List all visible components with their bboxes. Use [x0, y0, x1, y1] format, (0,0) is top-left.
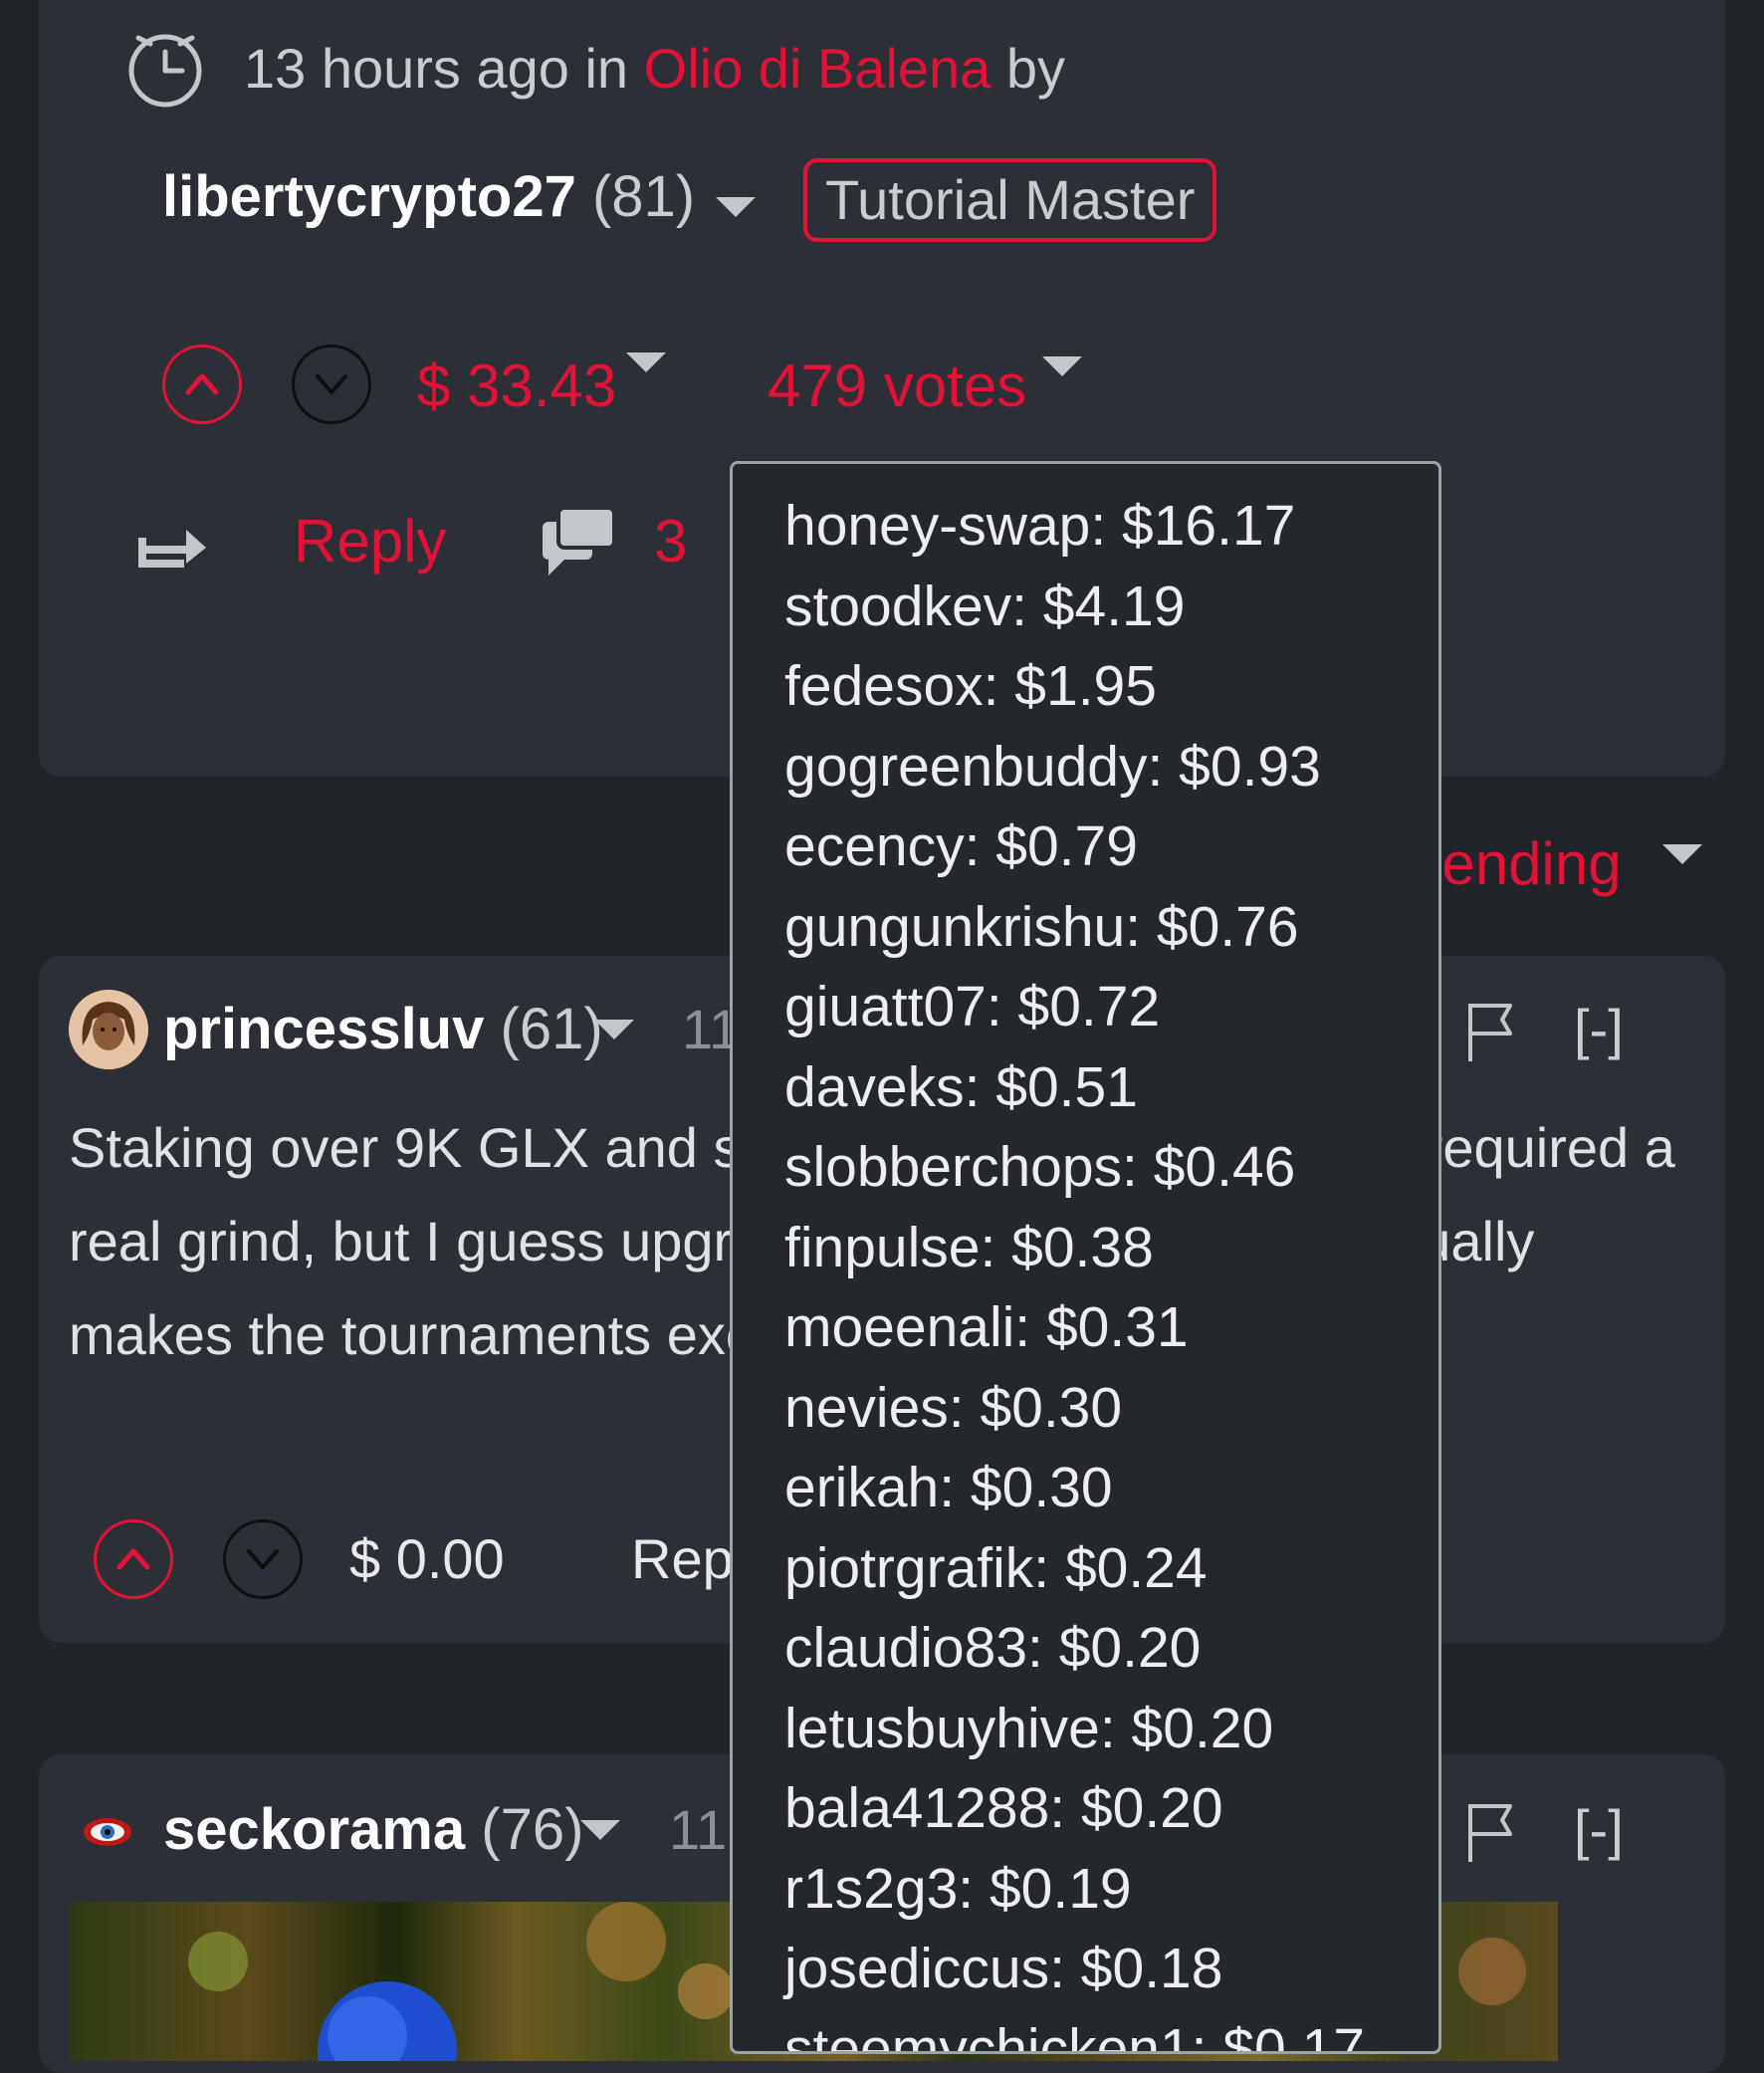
- voter-item[interactable]: gungunkrishu: $0.76: [784, 887, 1365, 968]
- author-badge: Tutorial Master: [803, 158, 1217, 242]
- voter-item[interactable]: erikah: $0.30: [784, 1448, 1365, 1528]
- comment-reputation: (61): [500, 997, 603, 1061]
- voter-item[interactable]: honey-swap: $16.17: [784, 486, 1365, 567]
- chevron-down-icon[interactable]: [594, 1020, 634, 1039]
- voter-item[interactable]: steemychicken1: $0.17: [784, 2009, 1365, 2052]
- post-payout[interactable]: $ 33.43: [417, 346, 616, 426]
- collapse-toggle[interactable]: [-]: [1574, 1790, 1624, 1870]
- comment-author[interactable]: princessluv: [163, 997, 484, 1061]
- upvote-button[interactable]: [94, 1519, 173, 1599]
- voter-item[interactable]: stoodkev: $4.19: [784, 567, 1365, 647]
- author-name[interactable]: libertycrypto27: [162, 164, 576, 229]
- chevron-down-icon[interactable]: [626, 352, 666, 372]
- flag-icon[interactable]: [1462, 1000, 1522, 1063]
- voters-list: honey-swap: $16.17 stoodkev: $4.19 fedesox…: [784, 486, 1365, 2052]
- comment-reputation: (76): [481, 1797, 584, 1862]
- comment-payout[interactable]: $ 0.00: [349, 1519, 505, 1599]
- voter-item[interactable]: daveks: $0.51: [784, 1047, 1365, 1128]
- chevron-down-icon[interactable]: [716, 197, 756, 217]
- comments-icon[interactable]: [537, 504, 620, 579]
- chevron-down-icon[interactable]: [1662, 844, 1702, 864]
- chevron-down-icon[interactable]: [580, 1820, 620, 1840]
- reblog-icon[interactable]: [130, 500, 214, 583]
- clock-icon: [126, 32, 204, 110]
- voter-item[interactable]: slobberchops: $0.46: [784, 1127, 1365, 1208]
- flag-icon[interactable]: [1462, 1800, 1522, 1864]
- upvote-icon: [116, 1548, 150, 1570]
- downvote-button[interactable]: [292, 345, 371, 424]
- upvote-button[interactable]: [162, 345, 242, 424]
- collapse-toggle[interactable]: [-]: [1574, 990, 1624, 1069]
- voter-item[interactable]: claudio83: $0.20: [784, 1608, 1365, 1689]
- voter-item[interactable]: ecency: $0.79: [784, 806, 1365, 887]
- downvote-button[interactable]: [223, 1519, 303, 1599]
- downvote-icon: [316, 374, 347, 394]
- downvote-icon: [247, 1549, 279, 1569]
- author-reputation: (81): [591, 164, 696, 229]
- upvote-icon: [185, 373, 219, 395]
- voter-item[interactable]: bala41288: $0.20: [784, 1768, 1365, 1849]
- comment-time: 11: [669, 1798, 728, 1861]
- by-word: by: [1005, 37, 1066, 100]
- comment-count: 3: [654, 508, 688, 575]
- comment-author[interactable]: seckorama: [163, 1797, 465, 1862]
- votes-count[interactable]: 479 votes: [768, 346, 1026, 426]
- voter-item[interactable]: letusbuyhive: $0.20: [784, 1689, 1365, 1769]
- post-author-line: libertycrypto27 (81): [162, 157, 695, 237]
- voters-popover: honey-swap: $16.17 stoodkev: $4.19 fedesox…: [730, 461, 1441, 2054]
- voter-item[interactable]: nevies: $0.30: [784, 1368, 1365, 1449]
- voter-item[interactable]: gogreenbuddy: $0.93: [784, 727, 1365, 807]
- post-meta: 13 hours ago in Olio di Balena by: [244, 28, 1065, 110]
- voter-item[interactable]: fedesox: $1.95: [784, 646, 1365, 727]
- voter-item[interactable]: finpulse: $0.38: [784, 1208, 1365, 1288]
- comment-author-line: seckorama (76): [163, 1790, 583, 1870]
- avatar[interactable]: [69, 990, 148, 1069]
- time-ago: 13 hours ago: [244, 37, 569, 100]
- in-word: in: [584, 37, 629, 100]
- comment-author-line: princessluv (61): [163, 990, 603, 1069]
- voter-item[interactable]: moeenali: $0.31: [784, 1287, 1365, 1368]
- reply-link[interactable]: Reply: [294, 502, 446, 581]
- community-link[interactable]: Olio di Balena: [644, 37, 992, 100]
- chevron-down-icon[interactable]: [1042, 356, 1082, 376]
- voter-item[interactable]: giuatt07: $0.72: [784, 967, 1365, 1047]
- voter-item[interactable]: piotrgrafik: $0.24: [784, 1528, 1365, 1609]
- voter-item[interactable]: r1s2g3: $0.19: [784, 1849, 1365, 1930]
- avatar[interactable]: [81, 1812, 134, 1852]
- voter-item[interactable]: josediccus: $0.18: [784, 1929, 1365, 2009]
